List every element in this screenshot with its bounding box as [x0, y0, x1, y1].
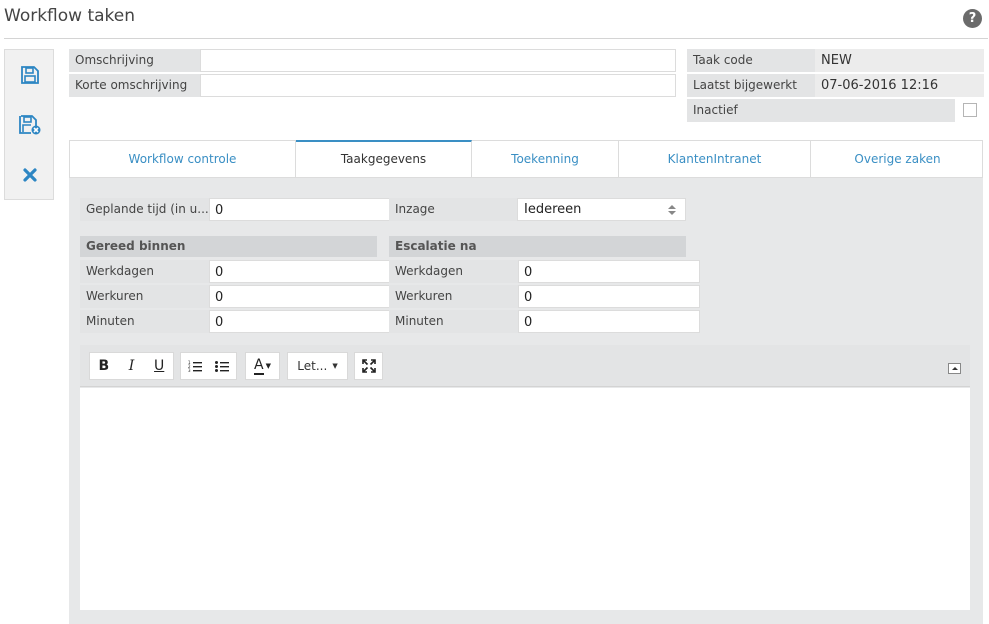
italic-button[interactable]: I [118, 353, 146, 379]
escalatie-na-heading: Escalatie na [389, 236, 686, 257]
taak-code-value: NEW [815, 49, 984, 72]
editor-toolbar: B I U 1 2 3 A ▼ Let... ▼ [80, 345, 970, 387]
omschrijving-input[interactable] [200, 49, 676, 72]
escalatie-werkuren-label: Werkuren [389, 285, 518, 308]
taak-code-row: Taak code NEW [687, 49, 984, 72]
korte-omschrijving-row: Korte omschrijving [69, 74, 676, 97]
unordered-list-button[interactable] [209, 353, 237, 379]
ordered-list-icon: 1 2 3 [188, 360, 202, 372]
gereed-minuten-input[interactable] [209, 310, 391, 333]
font-name-group: Let... ▼ [287, 352, 348, 380]
format-group: B I U [89, 352, 174, 380]
ordered-list-button[interactable]: 1 2 3 [181, 353, 209, 379]
escalatie-minuten-input[interactable] [518, 310, 700, 333]
escalatie-werkuren-input[interactable] [518, 285, 700, 308]
bold-button[interactable]: B [90, 353, 118, 379]
floppy-disk-icon [21, 66, 39, 84]
inactief-cell [955, 99, 984, 122]
gereed-minuten-row: Minuten [80, 310, 391, 333]
color-group: A ▼ [245, 352, 280, 380]
inzage-label: Inzage [389, 198, 519, 221]
fullscreen-icon [361, 359, 376, 373]
laatst-bijgewerkt-row: Laatst bijgewerkt 07-06-2016 12:16 [687, 74, 984, 97]
gereed-werkuren-input[interactable] [209, 285, 391, 308]
font-name-label: Let... [297, 359, 328, 373]
tab-workflow-controle[interactable]: Workflow controle [70, 141, 296, 178]
floppy-disk-close-icon [19, 115, 41, 135]
escalatie-minuten-row: Minuten [389, 310, 700, 333]
inactief-row: Inactief [687, 99, 984, 122]
gereed-werkuren-row: Werkuren [80, 285, 391, 308]
help-icon[interactable]: ? [963, 9, 982, 28]
laatst-bijgewerkt-value: 07-06-2016 12:16 [815, 74, 984, 97]
unordered-list-icon [215, 361, 230, 372]
tab-klantenintranet[interactable]: KlantenIntranet [619, 141, 811, 178]
list-group: 1 2 3 [180, 352, 237, 380]
gereed-werkdagen-input[interactable] [209, 260, 391, 283]
save-and-close-button[interactable] [5, 100, 55, 150]
tab-taakgegevens[interactable]: Taakgegevens [296, 140, 472, 178]
escalatie-werkdagen-input[interactable] [518, 260, 700, 283]
page-title: Workflow taken [4, 6, 136, 26]
save-button[interactable] [5, 50, 55, 100]
laatst-bijgewerkt-label: Laatst bijgewerkt [687, 74, 815, 97]
sort-arrows-icon [659, 199, 685, 220]
collapse-toolbar-button[interactable] [948, 363, 961, 374]
korte-omschrijving-label: Korte omschrijving [69, 74, 200, 97]
inzage-selected-value: Iedereen [524, 202, 582, 217]
fullscreen-group [354, 352, 383, 380]
collapse-arrow-icon [951, 367, 958, 370]
korte-omschrijving-input[interactable] [200, 74, 676, 97]
inzage-select[interactable]: Iedereen [517, 198, 686, 221]
gereed-werkuren-label: Werkuren [80, 285, 209, 308]
title-divider [4, 38, 988, 39]
font-color-dropdown-icon: ▼ [265, 362, 271, 370]
font-name-dropdown[interactable]: Let... ▼ [288, 353, 347, 379]
omschrijving-label: Omschrijving [69, 49, 200, 72]
escalatie-werkdagen-label: Werkdagen [389, 260, 518, 283]
svg-text:3: 3 [188, 368, 191, 372]
close-x-icon [23, 168, 37, 182]
gereed-werkdagen-label: Werkdagen [80, 260, 209, 283]
gereed-binnen-heading: Gereed binnen [80, 236, 377, 257]
taak-code-label: Taak code [687, 49, 815, 72]
gereed-minuten-label: Minuten [80, 310, 209, 333]
fullscreen-button[interactable] [355, 353, 382, 379]
inzage-row: Inzage [389, 198, 519, 221]
gereed-werkdagen-row: Werkdagen [80, 260, 391, 283]
tab-toekenning[interactable]: Toekenning [472, 141, 619, 178]
escalatie-werkdagen-row: Werkdagen [389, 260, 700, 283]
omschrijving-row: Omschrijving [69, 49, 676, 72]
font-color-label: A [254, 356, 264, 375]
escalatie-werkuren-row: Werkuren [389, 285, 700, 308]
cancel-button[interactable] [5, 150, 55, 200]
inactief-label: Inactief [687, 99, 955, 122]
editor-content[interactable] [80, 388, 970, 610]
inactief-checkbox[interactable] [963, 103, 977, 117]
font-name-dropdown-icon: ▼ [332, 362, 338, 370]
action-toolbar [4, 49, 54, 200]
font-color-button[interactable]: A ▼ [246, 353, 279, 379]
tab-bar: Workflow controle Taakgegevens Toekennin… [69, 140, 983, 178]
geplande-tijd-input[interactable] [209, 198, 391, 221]
geplande-tijd-row: Geplande tijd (in u... [80, 198, 391, 221]
underline-button[interactable]: U [145, 353, 173, 379]
escalatie-minuten-label: Minuten [389, 310, 518, 333]
tab-overige-zaken[interactable]: Overige zaken [811, 141, 984, 178]
geplande-tijd-label: Geplande tijd (in u... [80, 198, 209, 221]
